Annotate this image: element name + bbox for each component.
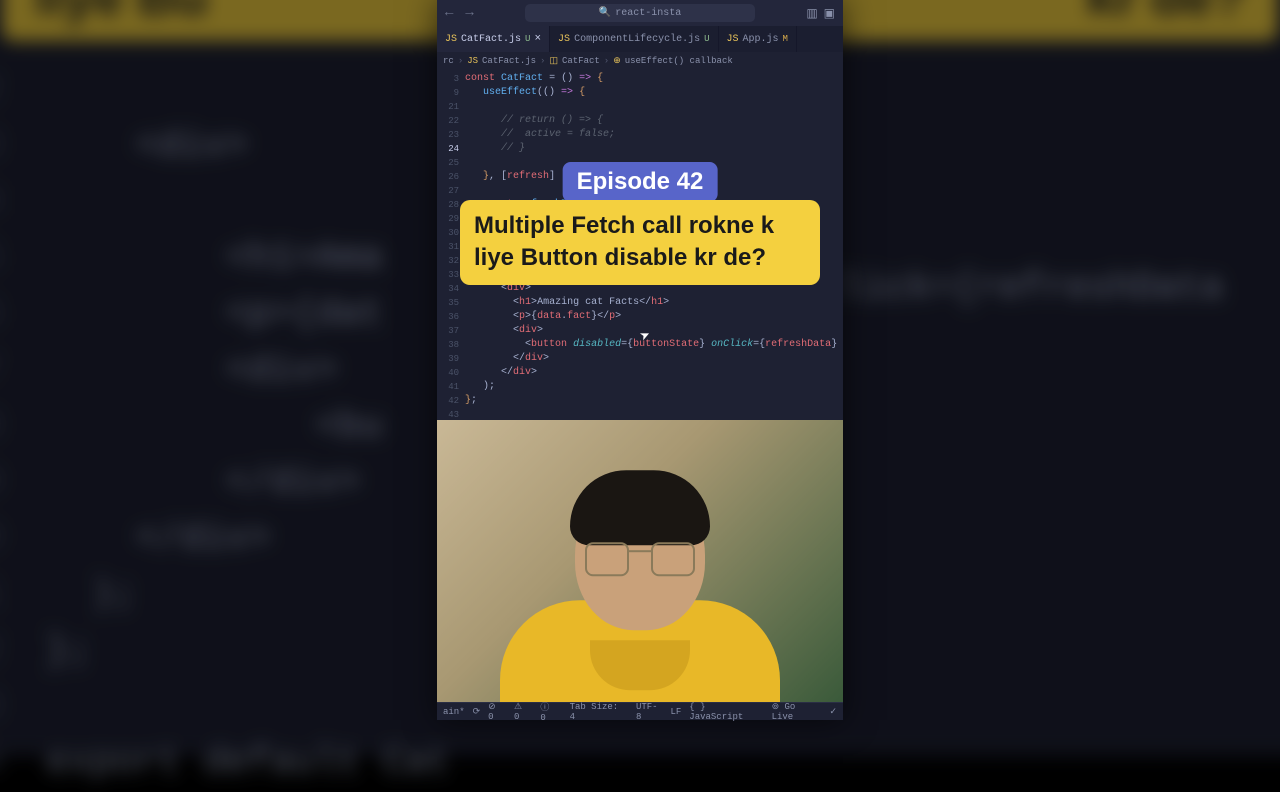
breadcrumb-segment[interactable]: CatFact bbox=[562, 56, 600, 66]
status-item[interactable]: { } JavaScript bbox=[689, 702, 763, 722]
breadcrumb-icon: ⊕ bbox=[613, 56, 621, 66]
tab-status: U bbox=[525, 34, 530, 44]
tab-label: App.js bbox=[743, 34, 779, 45]
glasses-icon bbox=[585, 542, 695, 576]
tab-label: ComponentLifecycle.js bbox=[574, 34, 700, 45]
question-banner: Multiple Fetch call rokne k liye Button … bbox=[460, 200, 820, 285]
status-item[interactable]: ⟳ bbox=[473, 707, 481, 717]
line-number: 32 bbox=[437, 254, 459, 268]
tab-status: U bbox=[704, 34, 709, 44]
code-line[interactable]: <p>{data.fact}</p> bbox=[465, 310, 843, 324]
code-line[interactable]: </div> bbox=[465, 366, 843, 380]
line-number: 28 bbox=[437, 198, 459, 212]
nav-forward-icon[interactable]: → bbox=[465, 5, 473, 21]
code-line[interactable]: }; bbox=[465, 394, 843, 408]
tab-status: M bbox=[783, 34, 788, 44]
line-number: 23 bbox=[437, 128, 459, 142]
layout-panel-icon[interactable]: ▥ bbox=[806, 6, 817, 21]
code-line[interactable]: // active = false; bbox=[465, 128, 843, 142]
status-item[interactable]: UTF-8 bbox=[636, 702, 663, 722]
line-number: 24 bbox=[437, 142, 459, 156]
code-line[interactable]: ); bbox=[465, 380, 843, 394]
tab-catfact-js[interactable]: JS CatFact.js U × bbox=[437, 26, 550, 52]
line-number: 43 bbox=[437, 408, 459, 420]
line-number: 21 bbox=[437, 100, 459, 114]
search-text: react-insta bbox=[615, 8, 681, 19]
line-number: 29 bbox=[437, 212, 459, 226]
line-number: 26 bbox=[437, 170, 459, 184]
line-number: 31 bbox=[437, 240, 459, 254]
code-line[interactable]: </div> bbox=[465, 352, 843, 366]
line-number: 39 bbox=[437, 352, 459, 366]
status-item[interactable]: LF bbox=[670, 707, 681, 717]
line-number: 9 bbox=[437, 86, 459, 100]
code-line[interactable]: // return () => { bbox=[465, 114, 843, 128]
code-line[interactable]: // } bbox=[465, 142, 843, 156]
search-icon: 🔍 bbox=[599, 7, 611, 19]
breadcrumb[interactable]: rc›JSCatFact.js›◫CatFact›⊕useEffect() ca… bbox=[437, 52, 843, 70]
line-number: 41 bbox=[437, 380, 459, 394]
layout-split-icon[interactable]: ▣ bbox=[824, 6, 835, 21]
status-item[interactable]: ✓ bbox=[829, 707, 837, 717]
search-input[interactable]: 🔍 react-insta bbox=[525, 4, 755, 22]
line-number: 34 bbox=[437, 282, 459, 296]
line-number: 3 bbox=[437, 72, 459, 86]
window-toolbar: ← → 🔍 react-insta ▥ ▣ bbox=[437, 0, 843, 26]
breadcrumb-icon: JS bbox=[467, 56, 478, 66]
presenter-hair bbox=[570, 470, 710, 545]
line-number: 27 bbox=[437, 184, 459, 198]
line-number: 40 bbox=[437, 366, 459, 380]
line-number: 38 bbox=[437, 338, 459, 352]
status-item[interactable]: ⚠ 0 bbox=[514, 702, 532, 722]
code-line[interactable]: const CatFact = () => { bbox=[465, 72, 843, 86]
js-file-icon: JS bbox=[727, 34, 739, 45]
code-line[interactable] bbox=[465, 408, 843, 420]
episode-badge: Episode 42 bbox=[563, 162, 718, 202]
code-line[interactable]: <div> bbox=[465, 324, 843, 338]
line-number: 37 bbox=[437, 324, 459, 338]
tab-bar: JS CatFact.js U ×JS ComponentLifecycle.j… bbox=[437, 26, 843, 52]
line-number: 35 bbox=[437, 296, 459, 310]
line-number: 42 bbox=[437, 394, 459, 408]
tab-componentlifecycle-js[interactable]: JS ComponentLifecycle.js U bbox=[550, 26, 718, 52]
line-number: 30 bbox=[437, 226, 459, 240]
js-file-icon: JS bbox=[558, 34, 570, 45]
webcam-feed bbox=[437, 420, 843, 702]
status-item[interactable]: ⊚ Go Live bbox=[772, 702, 822, 722]
tab-label: CatFact.js bbox=[461, 34, 521, 45]
code-line[interactable]: <h1>Amazing cat Facts</h1> bbox=[465, 296, 843, 310]
editor-window: ← → 🔍 react-insta ▥ ▣ JS CatFact.js U ×J… bbox=[437, 0, 843, 720]
breadcrumb-segment[interactable]: rc bbox=[443, 56, 454, 66]
line-number: 33 bbox=[437, 268, 459, 282]
breadcrumb-icon: ◫ bbox=[549, 56, 558, 66]
breadcrumb-segment[interactable]: CatFact.js bbox=[482, 56, 536, 66]
code-line[interactable]: useEffect(() => { bbox=[465, 86, 843, 100]
line-number: 22 bbox=[437, 114, 459, 128]
status-item[interactable]: ain* bbox=[443, 707, 465, 717]
status-item[interactable]: ⊘ 0 bbox=[488, 702, 506, 722]
status-item[interactable]: Tab Size: 4 bbox=[570, 702, 628, 722]
line-number: 36 bbox=[437, 310, 459, 324]
status-bar: ain*⟳⊘ 0⚠ 0ⓘ 0 Tab Size: 4UTF-8LF{ } Jav… bbox=[437, 702, 843, 720]
close-icon[interactable]: × bbox=[534, 33, 541, 45]
js-file-icon: JS bbox=[445, 34, 457, 45]
code-line[interactable] bbox=[465, 100, 843, 114]
breadcrumb-segment[interactable]: useEffect() callback bbox=[625, 56, 733, 66]
line-number: 25 bbox=[437, 156, 459, 170]
tab-app-js[interactable]: JS App.js M bbox=[719, 26, 797, 52]
nav-back-icon[interactable]: ← bbox=[445, 5, 453, 21]
code-line[interactable]: <button disabled={buttonState} onClick={… bbox=[465, 338, 843, 352]
